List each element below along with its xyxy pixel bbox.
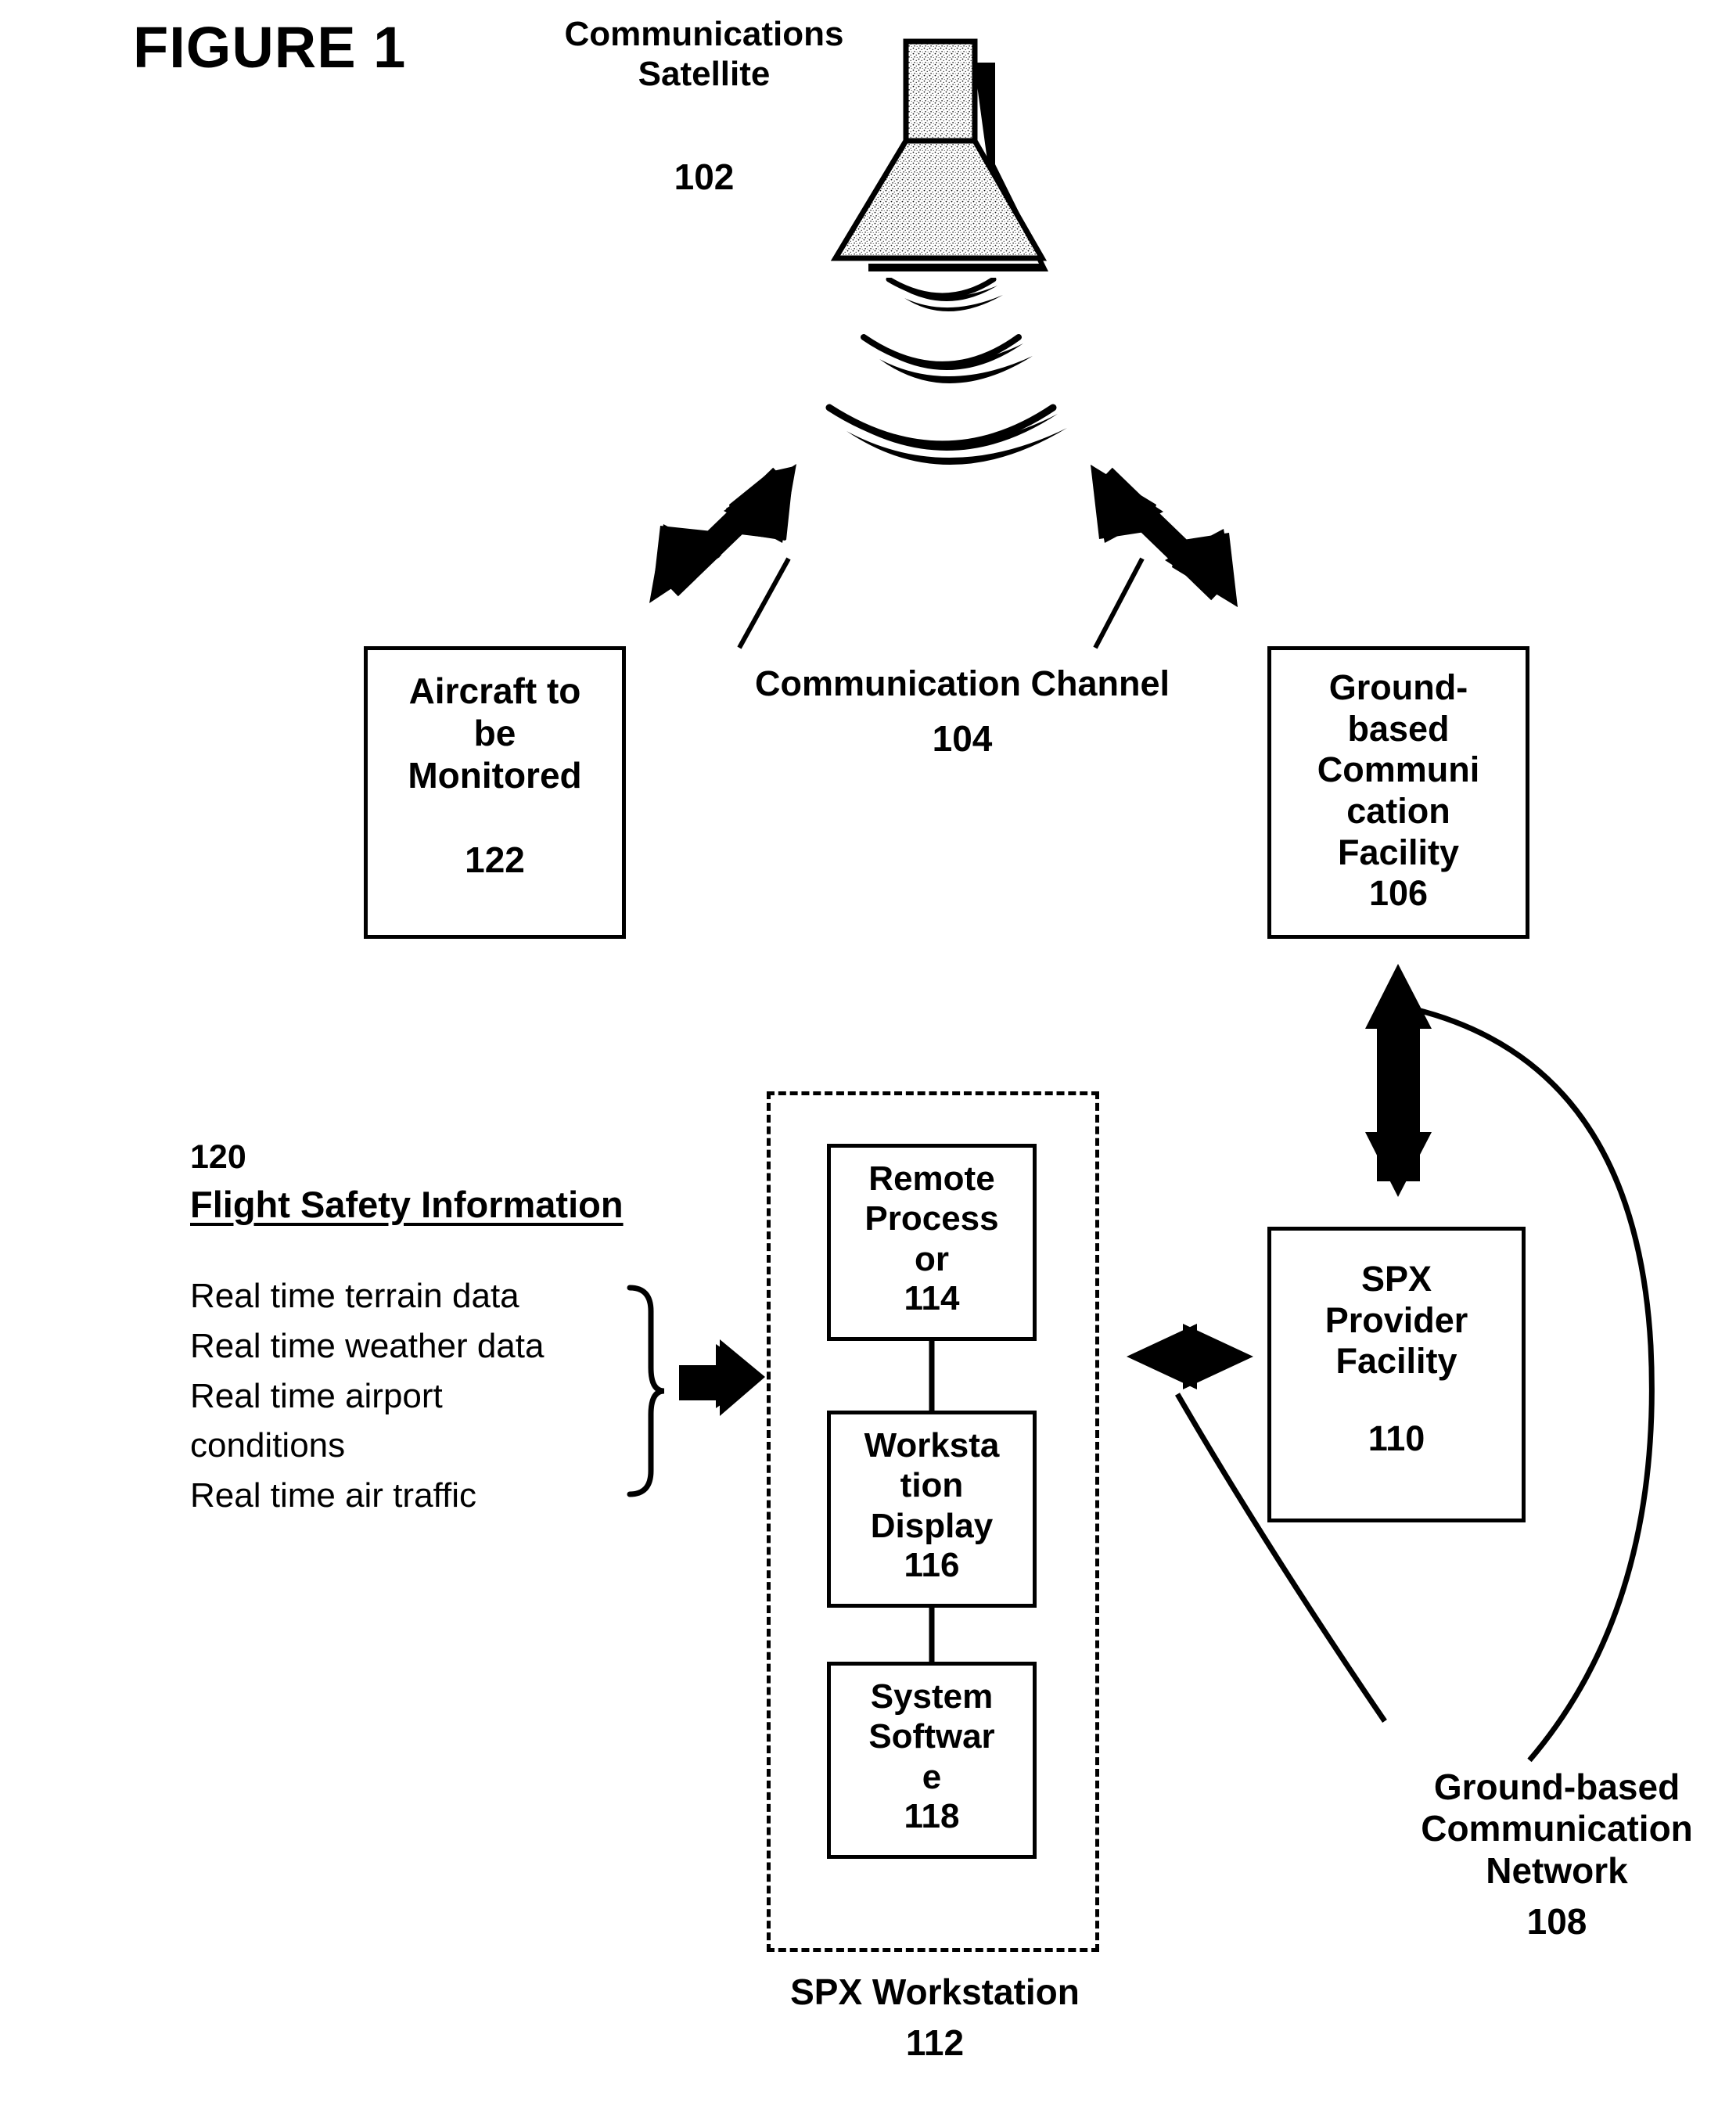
label-ground-network-ref-number: 108 (1526, 1901, 1587, 1942)
node-ground-based-communication-facility[interactable]: Ground- based Communi cation Facility 10… (1267, 646, 1529, 939)
arrow-satellite-ground-facility (1091, 465, 1238, 607)
node-workstation-display[interactable]: Worksta tion Display 116 (827, 1411, 1037, 1608)
satellite-ref-number: 102 (674, 156, 735, 197)
figure-canvas: FIGURE 1 Communications Satellite 102 Ai… (0, 0, 1736, 2117)
node-aircraft-ref-number: 122 (465, 839, 525, 881)
leader-line-comm-channel-right (1093, 557, 1145, 649)
label-communication-channel: Communication Channel (754, 663, 1170, 703)
figure-title: FIGURE 1 (133, 15, 407, 80)
arrow-ground-facility-spx-provider (1365, 964, 1432, 1197)
satellite-dish-icon (830, 38, 1048, 271)
label-spx-workstation: SPX Workstation (790, 1971, 1080, 2012)
label-spx-workstation-ref-number: 112 (905, 2022, 965, 2063)
arrow-satellite-aircraft (649, 464, 796, 603)
node-system-software-ref-number: 118 (904, 1797, 960, 1836)
flight-safety-items: Real time terrain data Real time weather… (190, 1277, 545, 1515)
leader-line-comm-channel-left (737, 557, 791, 649)
arrow-workstation-spx-provider (1127, 1324, 1253, 1389)
label-ground-based-communication-network: Ground-based Communication Network (1421, 1767, 1693, 1891)
node-spx-provider-facility[interactable]: SPX Provider Facility 110 (1267, 1227, 1526, 1522)
node-aircraft-to-be-monitored[interactable]: Aircraft to be Monitored 122 (364, 646, 626, 939)
flight-safety-heading: Flight Safety Information (190, 1184, 624, 1225)
node-workstation-display-label: Worksta tion Display (864, 1426, 1000, 1545)
node-remote-processor-ref-number: 114 (904, 1279, 960, 1318)
node-system-software[interactable]: System Softwar e 118 (827, 1662, 1037, 1859)
node-remote-processor-label: Remote Process or (864, 1159, 999, 1278)
node-remote-processor[interactable]: Remote Process or 114 (827, 1144, 1037, 1341)
node-ground-facility-ref-number: 106 (1368, 873, 1429, 914)
node-spx-provider-label: SPX Provider Facility (1324, 1259, 1468, 1382)
node-system-software-label: System Softwar e (868, 1677, 995, 1796)
flight-safety-ref-number: 120 (190, 1138, 246, 1176)
node-spx-provider-ref-number: 110 (1368, 1418, 1425, 1458)
label-communication-channel-ref-number: 104 (932, 718, 993, 759)
node-workstation-display-ref-number: 116 (904, 1546, 960, 1585)
node-ground-facility-label: Ground- based Communi cation Facility (1317, 667, 1480, 872)
radio-waves-icon (825, 278, 1067, 465)
node-aircraft-label: Aircraft to be Monitored (408, 670, 582, 796)
arrow-flight-safety-to-workstation (679, 1339, 765, 1416)
